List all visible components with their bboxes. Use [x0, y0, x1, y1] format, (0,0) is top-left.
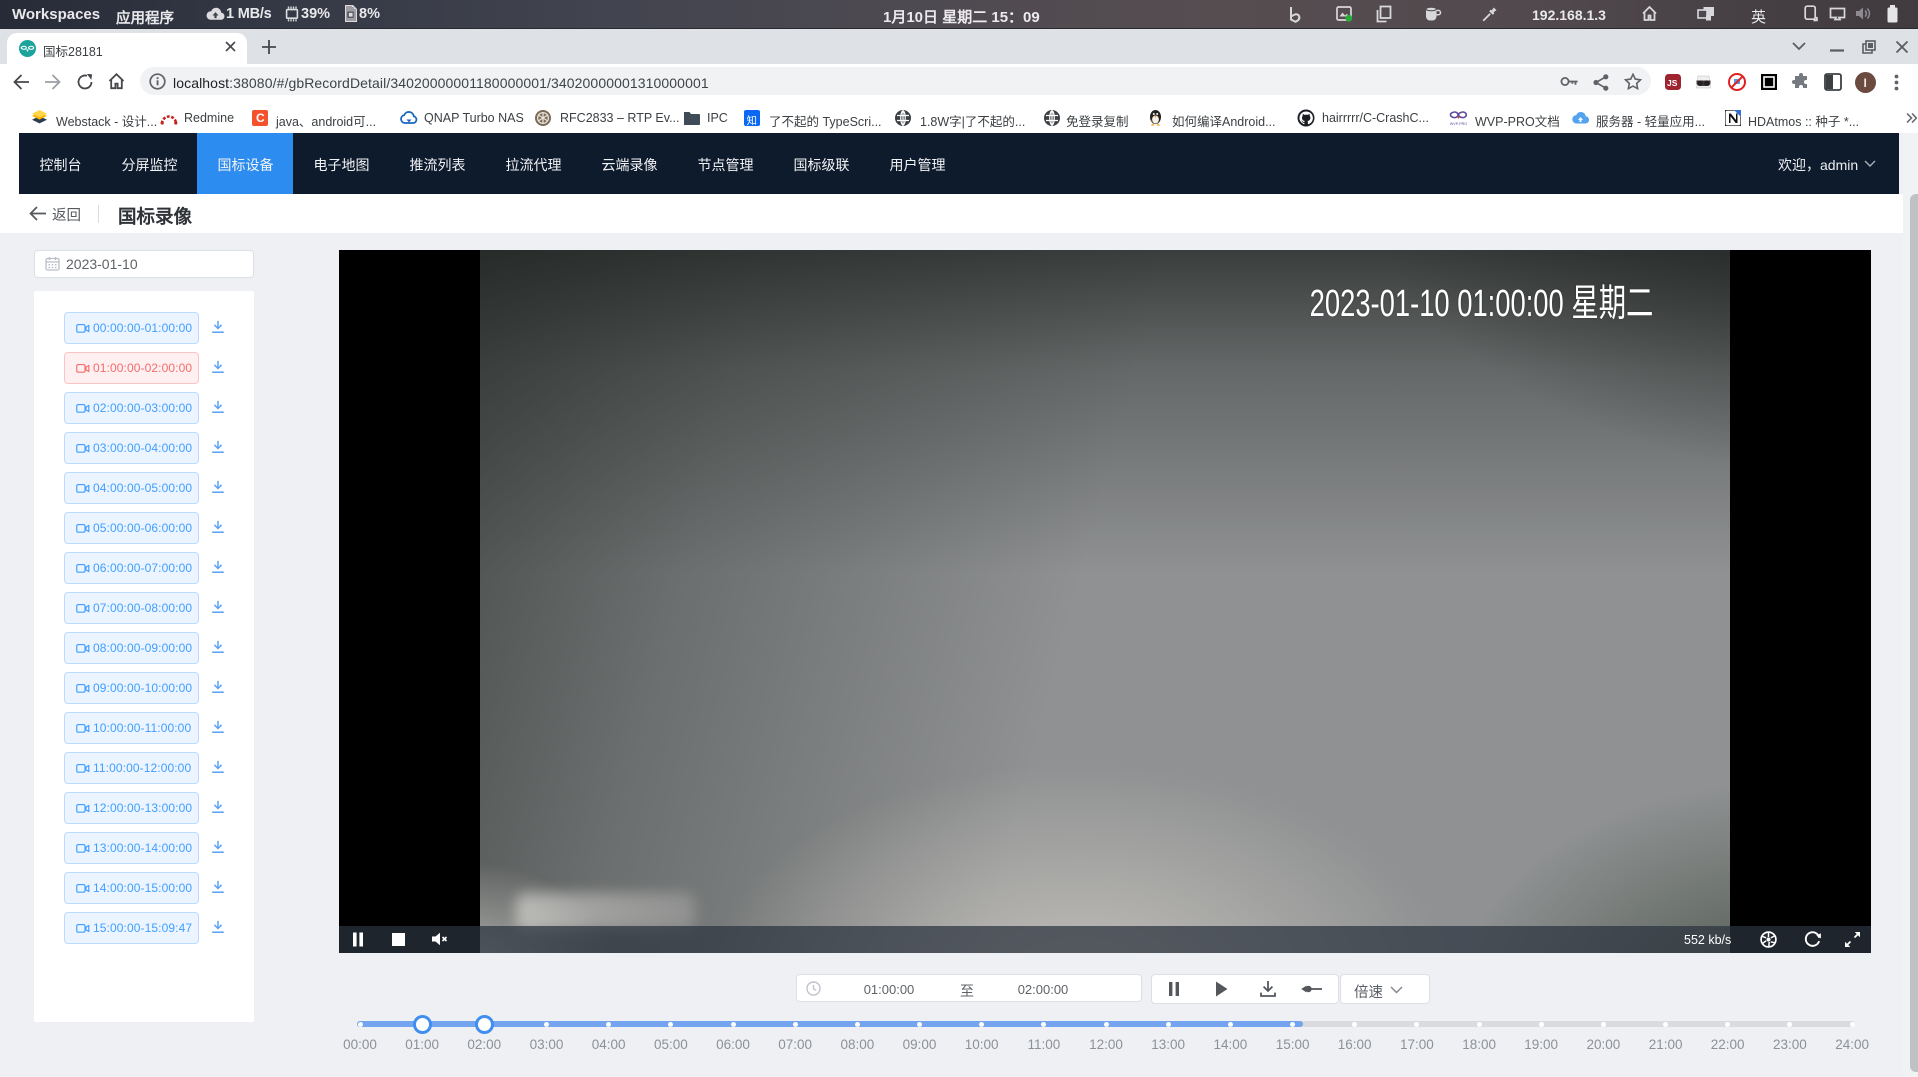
svg-text:WVP-PRO: WVP-PRO [1450, 122, 1467, 126]
